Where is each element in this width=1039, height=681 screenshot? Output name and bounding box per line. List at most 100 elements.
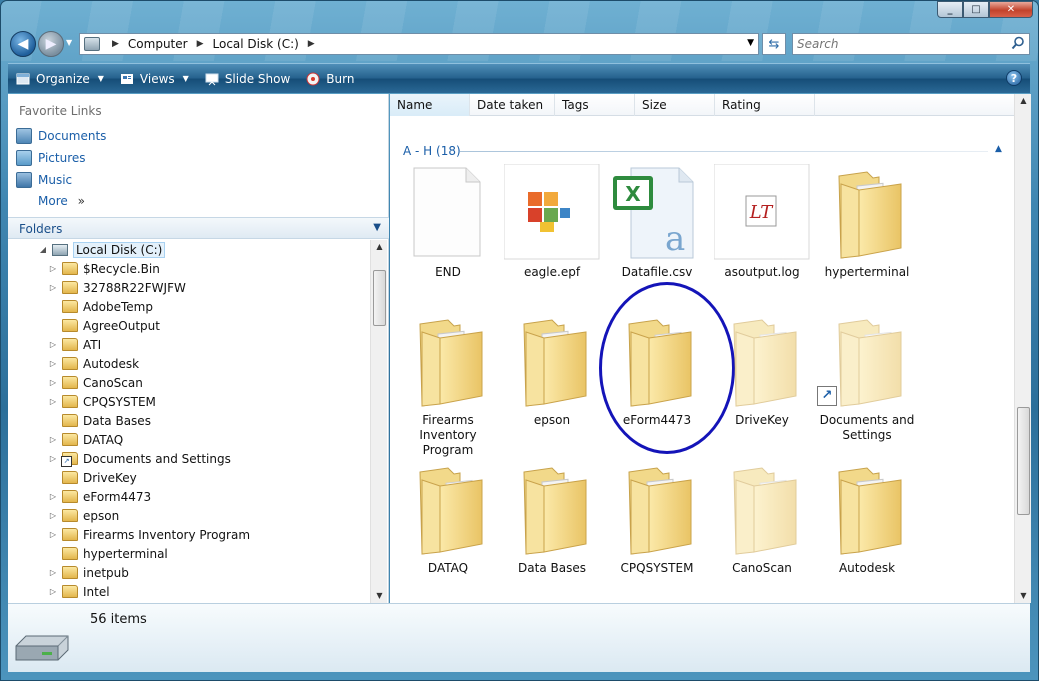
file-item[interactable]: LT asoutput.log bbox=[710, 163, 814, 280]
folder-item[interactable]: CanoScan bbox=[710, 460, 814, 576]
slideshow-button[interactable]: Slide Show bbox=[197, 64, 298, 93]
tree-item[interactable]: Data Bases bbox=[48, 411, 151, 430]
breadcrumb-local-disk[interactable]: Local Disk (C:) bbox=[210, 37, 302, 51]
chevron-right-icon[interactable]: ▶ bbox=[302, 39, 321, 49]
content-scrollbar[interactable]: ▲ ▼ bbox=[1014, 94, 1031, 603]
folder-icon bbox=[62, 338, 78, 351]
column-header-size[interactable]: Size bbox=[635, 94, 715, 116]
tree-item[interactable]: ▷ Documents and Settings bbox=[48, 449, 231, 468]
tree-item[interactable]: ▷ Intel bbox=[48, 582, 110, 601]
tree-item[interactable]: ▷ ATI bbox=[48, 335, 101, 354]
tree-item[interactable]: AgreeOutput bbox=[48, 316, 160, 335]
scroll-down-icon[interactable]: ▼ bbox=[1015, 589, 1032, 603]
tree-item[interactable]: ▷ $Recycle.Bin bbox=[48, 259, 160, 278]
folder-item[interactable]: CPQSYSTEM bbox=[605, 460, 709, 576]
address-dropdown-icon[interactable]: ▼ bbox=[747, 38, 754, 48]
expand-arrow-icon[interactable]: ▷ bbox=[48, 359, 58, 368]
favorite-pictures[interactable]: Pictures bbox=[16, 150, 86, 166]
maximize-button[interactable]: □ bbox=[963, 1, 989, 18]
refresh-icon: ⇆ bbox=[768, 36, 780, 52]
forward-button[interactable]: ▶ bbox=[38, 31, 64, 57]
chevron-right-icon[interactable]: ▶ bbox=[106, 39, 125, 49]
folder-item[interactable]: Data Bases bbox=[500, 460, 604, 576]
tree-item[interactable]: AdobeTemp bbox=[48, 297, 153, 316]
help-icon: ? bbox=[1010, 71, 1018, 85]
folder-item[interactable]: Firearms Inventory Program bbox=[396, 312, 500, 458]
minimize-button[interactable]: _ bbox=[937, 1, 963, 18]
folder-item[interactable]: epson bbox=[500, 312, 604, 428]
column-header-rating[interactable]: Rating bbox=[715, 94, 815, 116]
folder-item[interactable]: Autodesk bbox=[815, 460, 919, 576]
refresh-button[interactable]: ⇆ bbox=[762, 33, 786, 55]
file-item[interactable]: END bbox=[396, 164, 500, 280]
tree-item[interactable]: ▷ eForm4473 bbox=[48, 487, 151, 506]
tree-item[interactable]: hyperterminal bbox=[48, 544, 168, 563]
expand-arrow-icon[interactable]: ▷ bbox=[48, 568, 58, 577]
expand-arrow-icon[interactable]: ▷ bbox=[48, 264, 58, 273]
views-menu[interactable]: Views ▼ bbox=[112, 64, 197, 93]
recent-pages-dropdown[interactable]: ▼ bbox=[66, 38, 76, 50]
folder-item[interactable]: ↗ Documents and Settings bbox=[815, 312, 919, 443]
column-header-name[interactable]: Name bbox=[390, 94, 470, 116]
search-icon[interactable] bbox=[1011, 36, 1025, 50]
expand-arrow-icon[interactable]: ▷ bbox=[48, 435, 58, 444]
folder-item[interactable]: DATAQ bbox=[396, 460, 500, 576]
file-item[interactable]: eagle.epf bbox=[500, 163, 604, 280]
tree-item[interactable]: ▷ CanoScan bbox=[48, 373, 143, 392]
expand-arrow-icon[interactable]: ▷ bbox=[48, 283, 58, 292]
folder-tree-scrollbar[interactable]: ▲ ▼ bbox=[370, 240, 387, 603]
column-header-date-taken[interactable]: Date taken bbox=[470, 94, 555, 116]
column-header-tags[interactable]: Tags bbox=[555, 94, 635, 116]
address-bar[interactable]: ▶ Computer ▶ Local Disk (C:) ▶ ▼ bbox=[79, 33, 759, 55]
group-header[interactable]: A - H (18) bbox=[403, 144, 461, 158]
favorite-documents[interactable]: Documents bbox=[16, 128, 106, 144]
pictures-icon bbox=[16, 150, 32, 166]
tree-item[interactable]: ▷ Firearms Inventory Program bbox=[48, 525, 250, 544]
tree-item[interactable]: DriveKey bbox=[48, 468, 137, 487]
more-links-button[interactable]: More » bbox=[38, 194, 85, 208]
expand-arrow-icon[interactable]: ▷ bbox=[48, 511, 58, 520]
scroll-up-icon[interactable]: ▲ bbox=[1015, 94, 1032, 108]
tree-item[interactable]: ▷ epson bbox=[48, 506, 119, 525]
expand-arrow-icon[interactable]: ▷ bbox=[48, 492, 58, 501]
expand-arrow-icon[interactable]: ▷ bbox=[48, 530, 58, 539]
tree-item[interactable]: ▷ DATAQ bbox=[48, 430, 123, 449]
file-item[interactable]: X a Datafile.csv bbox=[605, 164, 709, 280]
expand-arrow-icon[interactable]: ▷ bbox=[48, 454, 58, 463]
tree-item-label: ATI bbox=[83, 337, 102, 352]
burn-button[interactable]: Burn bbox=[298, 64, 362, 93]
close-button[interactable]: ✕ bbox=[989, 1, 1033, 18]
chevron-right-icon[interactable]: ▶ bbox=[191, 39, 210, 49]
help-button[interactable]: ? bbox=[1006, 70, 1022, 86]
folder-item[interactable]: hyperterminal bbox=[815, 164, 919, 280]
folder-item[interactable]: DriveKey bbox=[710, 312, 814, 428]
tree-item[interactable]: ▷ inetpub bbox=[48, 563, 129, 582]
tree-item[interactable]: ▷ 32788R22FWJFW bbox=[48, 278, 186, 297]
tree-item[interactable]: ▷ Autodesk bbox=[48, 354, 139, 373]
expand-arrow-icon[interactable]: ▷ bbox=[48, 587, 58, 596]
scrollbar-thumb[interactable] bbox=[1017, 407, 1030, 515]
folders-header[interactable]: Folders ▼ bbox=[8, 217, 389, 239]
organize-menu[interactable]: Organize ▼ bbox=[8, 64, 112, 93]
burn-icon bbox=[306, 72, 320, 85]
item-label: Documents and Settings bbox=[819, 413, 915, 442]
search-input[interactable] bbox=[793, 34, 1003, 54]
collapse-arrow-icon[interactable]: ◢ bbox=[38, 245, 48, 254]
breadcrumb-computer[interactable]: Computer bbox=[125, 37, 191, 51]
back-arrow-icon: ◀ bbox=[17, 36, 29, 52]
command-toolbar: Organize ▼ Views ▼ Slide Show Burn ? bbox=[8, 63, 1030, 93]
favorite-music[interactable]: Music bbox=[16, 172, 72, 188]
back-button[interactable]: ◀ bbox=[10, 31, 36, 57]
collapse-group-icon[interactable]: ▲ bbox=[995, 144, 1002, 154]
tree-item[interactable]: ◢ Local Disk (C:) bbox=[38, 240, 166, 259]
item-label: Data Bases bbox=[518, 561, 586, 575]
folder-item[interactable]: eForm4473 bbox=[599, 282, 735, 454]
tree-item[interactable]: ▷ CPQSYSTEM bbox=[48, 392, 156, 411]
scrollbar-thumb[interactable] bbox=[373, 270, 386, 326]
scroll-up-icon[interactable]: ▲ bbox=[371, 240, 388, 254]
search-box[interactable] bbox=[792, 33, 1030, 55]
scroll-down-icon[interactable]: ▼ bbox=[371, 589, 388, 603]
expand-arrow-icon[interactable]: ▷ bbox=[48, 397, 58, 406]
expand-arrow-icon[interactable]: ▷ bbox=[48, 378, 58, 387]
expand-arrow-icon[interactable]: ▷ bbox=[48, 340, 58, 349]
